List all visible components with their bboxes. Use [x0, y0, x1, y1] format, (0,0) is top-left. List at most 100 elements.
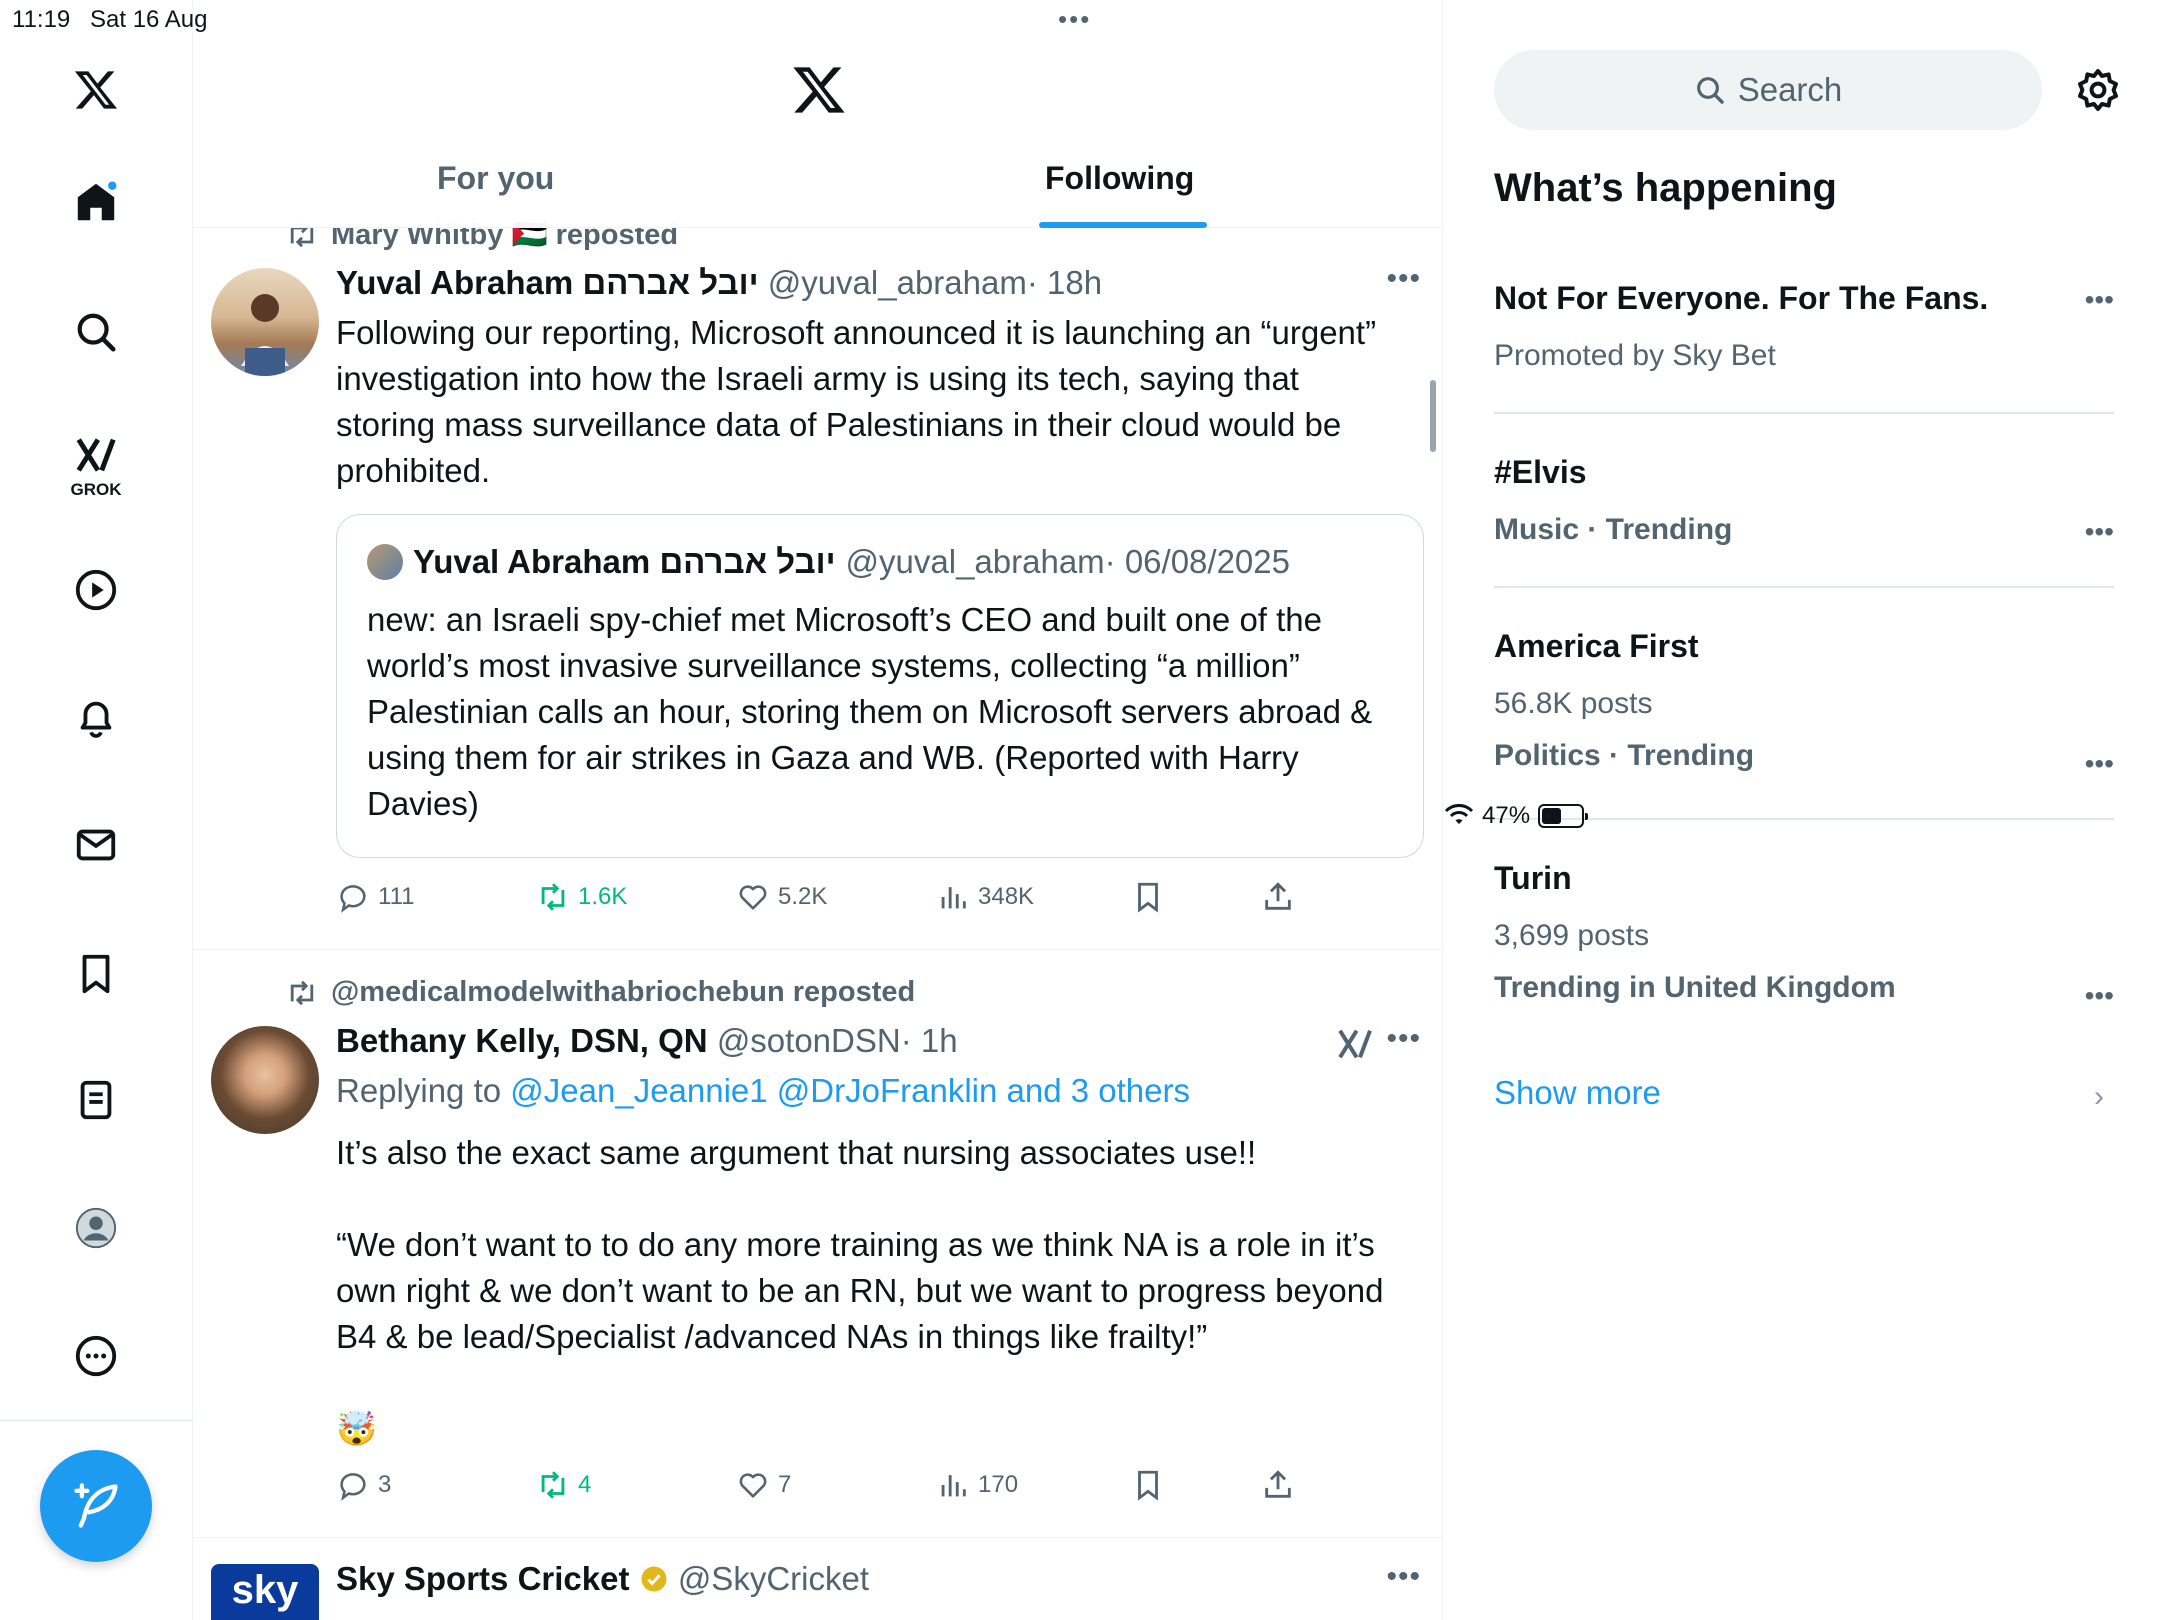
author-handle[interactable]: @yuval_abraham — [768, 264, 1027, 301]
tweet-text: It’s also the exact same argument that n… — [336, 1134, 1384, 1447]
replying-to-prefix: Replying to — [336, 1072, 502, 1109]
repost-button[interactable]: 1.6K — [536, 880, 627, 914]
mail-icon[interactable] — [66, 815, 126, 875]
like-button[interactable]: 7 — [736, 1468, 791, 1502]
tweet-text: Following our reporting, Microsoft annou… — [336, 314, 1377, 489]
more-options-icon[interactable]: ••• — [1386, 1022, 1421, 1056]
tweet-header: Yuval Abraham יובל אברהם @yuval_abraham·… — [336, 264, 1102, 302]
author-handle[interactable]: @SkyCricket — [678, 1560, 869, 1597]
repost-button[interactable]: 4 — [536, 1468, 591, 1502]
reply-button[interactable]: 3 — [336, 1468, 391, 1502]
heart-icon — [739, 1473, 767, 1498]
bookmark-button[interactable] — [1131, 1468, 1165, 1502]
replying-to-links[interactable]: @Jean_Jeannie1 @DrJoFranklin and 3 other… — [510, 1072, 1190, 1109]
repost-icon — [541, 883, 565, 911]
more-icon[interactable] — [66, 1326, 126, 1386]
tweet-actions: 3 4 7 170 — [336, 1468, 1336, 1508]
tweet-time[interactable]: · 1h — [901, 1022, 958, 1059]
bookmark-icon[interactable] — [66, 944, 126, 1004]
quoted-tweet[interactable]: Yuval Abraham יובל אברהם @yuval_abraham ·… — [336, 514, 1424, 858]
repost-icon — [290, 980, 314, 1005]
battery-percent: 47% — [1482, 802, 1531, 829]
tweet-actions: 111 1.6K 5.2K 348K — [336, 880, 1336, 920]
quoted-author-handle: @yuval_abraham — [845, 543, 1105, 580]
reply-icon — [340, 885, 366, 913]
bookmark-icon — [1138, 1470, 1158, 1501]
scrollbar[interactable] — [1430, 380, 1436, 452]
search-icon[interactable] — [66, 302, 126, 362]
tweet-header: Sky Sports Cricket @SkyCricket — [336, 1560, 869, 1598]
quoted-tweet-header: Yuval Abraham יובל אברהם @yuval_abraham ·… — [367, 543, 1290, 581]
view-count: 170 — [978, 1471, 1019, 1498]
share-icon — [1265, 1470, 1291, 1498]
bell-icon[interactable] — [66, 688, 126, 748]
share-button[interactable] — [1261, 1468, 1295, 1502]
repost-icon — [541, 1471, 565, 1499]
quoted-text: new: an Israeli spy-chief met Microsoft’… — [367, 601, 1373, 822]
author-name[interactable]: Sky Sports Cricket — [336, 1560, 629, 1597]
like-count: 7 — [778, 1471, 792, 1498]
repost-indicator: @medicalmodelwithabriochebun reposted — [285, 976, 915, 1009]
nav-divider — [0, 1420, 193, 1421]
profile-icon[interactable] — [66, 1198, 126, 1258]
avatar[interactable] — [211, 1026, 319, 1134]
wifi-icon — [1444, 804, 1474, 824]
status-date: Sat 16 Aug — [90, 6, 208, 33]
repost-count: 1.6K — [578, 883, 628, 910]
views-chart-icon — [941, 1475, 966, 1497]
bookmark-icon — [1138, 882, 1158, 913]
author-name[interactable]: Bethany Kelly, DSN, QN — [336, 1022, 708, 1059]
heart-icon — [739, 885, 767, 910]
quoted-author-name: Yuval Abraham יובל אברהם — [413, 543, 836, 580]
bookmark-button[interactable] — [1131, 880, 1165, 914]
share-icon — [1265, 882, 1291, 910]
compose-feather-icon — [74, 1483, 118, 1528]
views-button[interactable]: 348K — [936, 880, 1034, 914]
view-count: 348K — [978, 883, 1035, 910]
home-icon[interactable] — [66, 172, 126, 232]
tweet[interactable]: Mary Whitby 🇵🇸 reposted Yuval Abraham יו… — [193, 210, 1442, 950]
author-handle[interactable]: @sotonDSN — [717, 1022, 901, 1059]
repost-label[interactable]: @medicalmodelwithabriochebun reposted — [331, 976, 915, 1009]
timeline: Mary Whitby 🇵🇸 reposted Yuval Abraham יו… — [193, 0, 1443, 1620]
compose-button[interactable] — [40, 1450, 152, 1562]
avatar-logo-text: sky — [231, 1568, 299, 1612]
quoted-avatar — [367, 544, 403, 580]
tab-following[interactable]: Following — [1045, 160, 1194, 197]
like-button[interactable]: 5.2K — [736, 880, 827, 914]
quoted-time: · 06/08/2025 — [1104, 543, 1290, 580]
reply-count: 3 — [378, 1471, 392, 1498]
reply-icon — [340, 1473, 366, 1501]
grok-icon[interactable] — [66, 425, 126, 485]
tweet-header: Bethany Kelly, DSN, QN @sotonDSN· 1h — [336, 1022, 958, 1060]
avatar[interactable]: sky — [211, 1564, 319, 1620]
author-name[interactable]: Yuval Abraham יובל אברהם — [336, 264, 759, 301]
left-nav: GROK — [0, 0, 193, 1620]
status-time: 11:19 — [12, 6, 71, 33]
repost-count: 4 — [578, 1471, 592, 1498]
more-options-icon[interactable]: ••• — [1386, 262, 1421, 296]
x-logo-icon[interactable] — [791, 62, 847, 118]
x-logo-icon[interactable] — [66, 60, 126, 120]
share-button[interactable] — [1261, 880, 1295, 914]
video-icon[interactable] — [66, 560, 126, 620]
more-options-icon[interactable]: ••• — [1386, 1560, 1421, 1594]
active-tab-indicator — [1039, 222, 1207, 228]
avatar[interactable] — [211, 268, 319, 376]
tweet[interactable]: sky Sky Sports Cricket @SkyCricket ••• — [193, 1538, 1442, 1620]
lists-icon[interactable] — [66, 1070, 126, 1130]
tab-for-you[interactable]: For you — [437, 160, 554, 197]
views-button[interactable]: 170 — [936, 1468, 1018, 1502]
reply-button[interactable]: 111 — [336, 880, 414, 914]
multitasking-dots-icon[interactable]: ••• — [1058, 4, 1091, 35]
tweet[interactable]: @medicalmodelwithabriochebun reposted Be… — [193, 950, 1442, 1538]
tweet-time[interactable]: · 18h — [1027, 264, 1102, 301]
battery-icon — [1538, 804, 1589, 828]
status-right: 47% — [1444, 6, 2160, 1620]
verified-badge-icon — [641, 1566, 667, 1592]
replying-to: Replying to @Jean_Jeannie1 @DrJoFranklin… — [336, 1072, 1190, 1110]
reply-count: 111 — [378, 883, 415, 910]
grok-icon[interactable] — [1335, 1024, 1375, 1064]
views-chart-icon — [941, 887, 966, 909]
grok-label: GROK — [70, 480, 122, 499]
